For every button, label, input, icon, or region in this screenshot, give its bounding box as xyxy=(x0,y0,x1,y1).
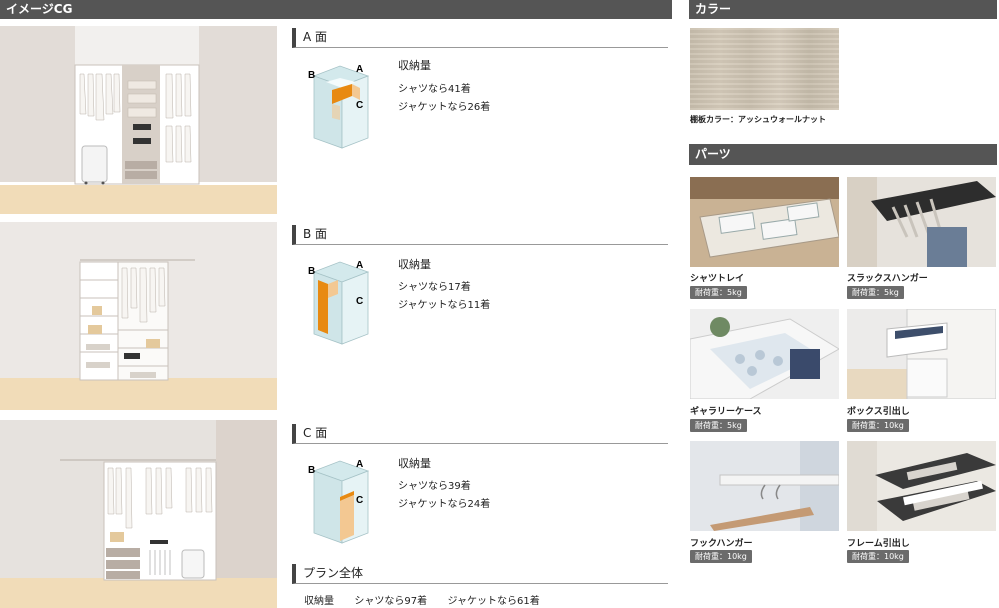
part-load-4: 耐荷重：10kg xyxy=(690,550,752,563)
part-load-3: 耐荷重：10kg xyxy=(847,419,909,432)
section-a-title-text: A 面 xyxy=(303,30,328,44)
color-swatch xyxy=(690,28,839,110)
iso-label-a: A xyxy=(356,260,363,271)
part-image-box-drawer xyxy=(847,309,996,399)
part-load-5: 耐荷重：10kg xyxy=(847,550,909,563)
section-a-jackets: ジャケットなら26着 xyxy=(398,102,491,113)
section-b-shirts: シャツなら17着 xyxy=(398,282,471,293)
plan-jackets: ジャケットなら61着 xyxy=(447,596,540,607)
part-name-1: スラックスハンガー xyxy=(847,274,928,284)
iso-label-b: B xyxy=(308,266,315,277)
image-cg-header: イメージCG xyxy=(0,0,672,19)
part-name-2: ギャラリーケース xyxy=(690,407,762,417)
plan-title: プラン全体 xyxy=(292,564,668,584)
iso-label-c: C xyxy=(356,495,363,506)
color-caption: 棚板カラー：アッシュウォールナット xyxy=(690,115,826,124)
room-image-c xyxy=(0,420,277,608)
part-load-0: 耐荷重：5kg xyxy=(690,286,747,299)
section-b-capacity-label: 収納量 xyxy=(398,258,431,271)
section-a-capacity-label: 収納量 xyxy=(398,59,431,72)
section-c-jackets: ジャケットなら24着 xyxy=(398,499,491,510)
plan-capacity-row: 収納量 シャツなら97着 ジャケットなら61着 xyxy=(304,592,540,607)
section-a-diagram: B A C xyxy=(306,60,376,156)
part-load-2: 耐荷重：5kg xyxy=(690,419,747,432)
section-b-title: B 面 xyxy=(292,225,668,245)
iso-label-c: C xyxy=(356,296,363,307)
plan-title-text: プラン全体 xyxy=(303,566,364,580)
part-image-slacks-hanger xyxy=(847,177,996,267)
parts-header-label: パーツ xyxy=(695,147,731,161)
iso-label-c: C xyxy=(356,100,363,111)
color-header: カラー xyxy=(689,0,997,19)
part-image-gallery-case xyxy=(690,309,839,399)
section-b-jackets: ジャケットなら11着 xyxy=(398,300,491,311)
part-name-5: フレーム引出し xyxy=(847,539,910,549)
iso-label-a: A xyxy=(356,459,363,470)
part-load-1: 耐荷重：5kg xyxy=(847,286,904,299)
part-name-4: フックハンガー xyxy=(690,539,753,549)
plan-shirts: シャツなら97着 xyxy=(354,596,428,607)
section-c-diagram: B A C xyxy=(306,455,376,551)
plan-capacity-label: 収納量 xyxy=(304,596,334,607)
room-image-a xyxy=(0,26,277,214)
iso-label-b: B xyxy=(308,465,315,476)
part-name-3: ボックス引出し xyxy=(847,407,910,417)
section-a-title: A 面 xyxy=(292,28,668,48)
section-c-title: C 面 xyxy=(292,424,668,444)
room-image-b xyxy=(0,222,277,410)
section-a-shirts: シャツなら41着 xyxy=(398,84,471,95)
iso-label-b: B xyxy=(308,70,315,81)
section-c-capacity-label: 収納量 xyxy=(398,457,431,470)
part-name-0: シャツトレイ xyxy=(690,274,745,284)
section-b-diagram: B A C xyxy=(306,256,376,352)
part-image-shirt-tray xyxy=(690,177,839,267)
iso-label-a: A xyxy=(356,64,363,75)
section-c-shirts: シャツなら39着 xyxy=(398,481,471,492)
part-image-frame-drawer xyxy=(847,441,996,531)
color-header-label: カラー xyxy=(695,2,732,16)
image-cg-header-label: イメージCG xyxy=(6,2,73,16)
part-image-hook-hanger xyxy=(690,441,839,531)
section-c-title-text: C 面 xyxy=(303,426,328,440)
parts-header: パーツ xyxy=(689,144,997,165)
section-b-title-text: B 面 xyxy=(303,227,328,241)
